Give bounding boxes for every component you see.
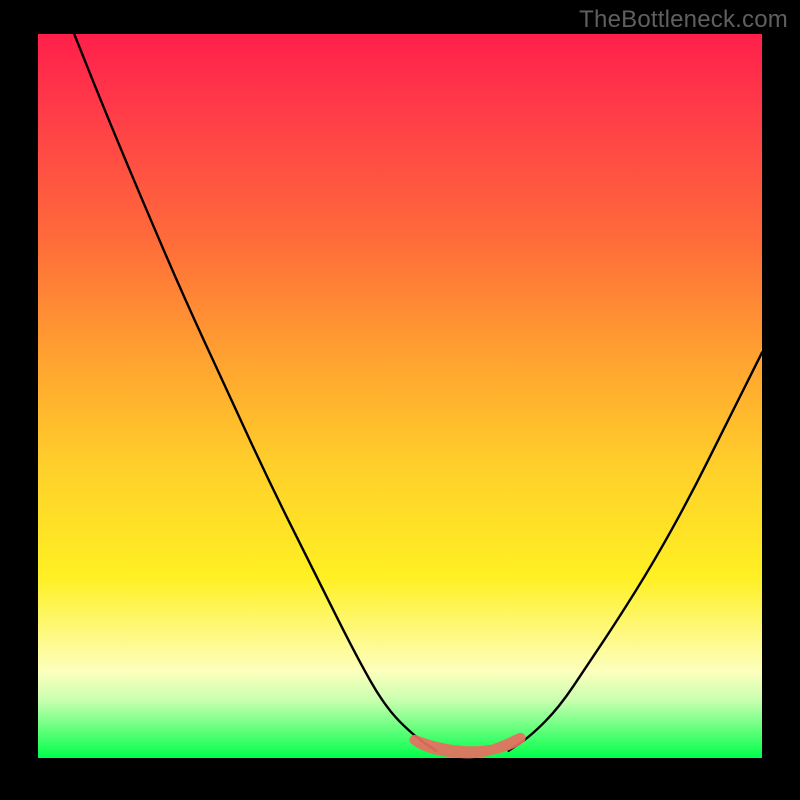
series-valley-red-band bbox=[414, 738, 520, 754]
series-group bbox=[74, 34, 762, 753]
series-left-curve-black bbox=[74, 34, 436, 751]
plot-area bbox=[38, 34, 762, 758]
plot-svg bbox=[38, 34, 762, 758]
series-right-curve-black bbox=[509, 353, 762, 751]
watermark-text: TheBottleneck.com bbox=[579, 6, 788, 34]
chart-frame: TheBottleneck.com bbox=[0, 0, 800, 800]
